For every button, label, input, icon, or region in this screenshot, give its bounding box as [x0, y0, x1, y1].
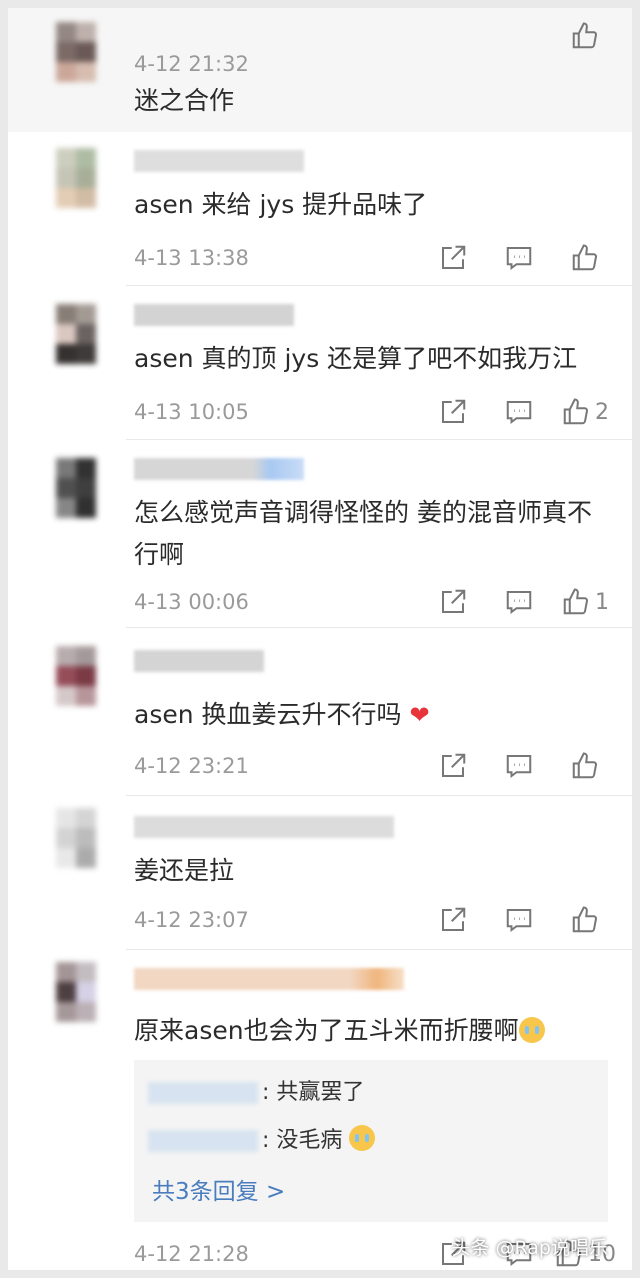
- share-icon: [442, 753, 466, 777]
- comment-time: 4-13 13:38: [134, 246, 249, 270]
- avatar[interactable]: [36, 646, 116, 726]
- crying-emoji-icon: [518, 1017, 545, 1043]
- thumbs-up-icon: [572, 244, 598, 271]
- share-icon: [442, 245, 466, 269]
- comment-button[interactable]: [486, 748, 552, 784]
- like-count: 2: [595, 399, 609, 425]
- comment-icon: [506, 755, 532, 778]
- comment-button[interactable]: [486, 394, 552, 430]
- comment-time: 4-12 23:07: [134, 908, 249, 932]
- comment-text: 姜还是拉: [134, 856, 235, 885]
- thumbs-up-icon: [572, 752, 598, 779]
- comment-text: asen 来给 jys 提升品味了: [134, 190, 428, 219]
- reply-username[interactable]: [148, 1082, 258, 1104]
- username[interactable]: [134, 650, 264, 672]
- comment-icon: [506, 247, 532, 270]
- comment-item: asen 来给 jys 提升品味了 4-13 13:38: [8, 132, 632, 286]
- comment-button[interactable]: [486, 584, 552, 620]
- like-button[interactable]: [552, 18, 618, 54]
- share-button[interactable]: [420, 902, 486, 938]
- thumbs-up-icon: [563, 398, 589, 425]
- username[interactable]: [134, 816, 394, 838]
- comment-item: 原来asen也会为了五斗米而折腰啊 : 共赢罢了 : 没毛病 共3条回复 > 4…: [8, 950, 632, 1270]
- comment-text: asen 换血姜云升不行吗 ❤: [134, 694, 614, 736]
- comment-item: 怎么感觉声音调得怪怪的 姜的混音师真不行啊 4-13 00:06 1: [8, 440, 632, 628]
- crying-emoji-icon: [349, 1125, 376, 1151]
- comment-icon: [506, 401, 532, 424]
- comment-icon: [506, 909, 532, 932]
- username[interactable]: [134, 458, 304, 480]
- comment-time: 4-13 00:06: [134, 590, 249, 614]
- like-button[interactable]: [552, 748, 618, 784]
- reply-box[interactable]: : 共赢罢了 : 没毛病 共3条回复 >: [134, 1060, 608, 1222]
- thumbs-up-icon: [572, 22, 598, 49]
- reply-text: : 共赢罢了: [262, 1080, 365, 1105]
- thumbs-up-icon: [563, 588, 589, 615]
- share-button[interactable]: [420, 240, 486, 276]
- avatar[interactable]: [36, 22, 116, 102]
- comment-item: 姜还是拉 4-12 23:07: [8, 796, 632, 950]
- thumbs-up-icon: [572, 906, 598, 933]
- reply-item[interactable]: : 没毛病: [148, 1122, 376, 1154]
- comment-icon: [506, 591, 532, 614]
- comment-time: 4-12 21:32: [134, 52, 249, 76]
- reply-item[interactable]: : 共赢罢了: [148, 1074, 364, 1106]
- comment-list: 4-12 21:32 迷之合作 asen 来给 jys 提升品味了 4-13 1…: [8, 8, 632, 1270]
- comment-item: asen 真的顶 jys 还是算了吧不如我万江 4-13 10:05 2: [8, 286, 632, 440]
- view-all-replies-link[interactable]: 共3条回复 >: [152, 1172, 285, 1206]
- comment-text: 原来asen也会为了五斗米而折腰啊: [134, 1010, 614, 1052]
- comment-item: asen 换血姜云升不行吗 ❤ 4-12 23:21: [8, 628, 632, 796]
- comment-text: 迷之合作: [134, 86, 235, 115]
- comment-time: 4-12 21:28: [134, 1242, 249, 1266]
- share-button[interactable]: [420, 584, 486, 620]
- like-button[interactable]: [552, 240, 618, 276]
- share-icon: [442, 907, 466, 931]
- comment-item: 4-12 21:32 迷之合作: [8, 8, 632, 132]
- comment-time: 4-13 10:05: [134, 400, 249, 424]
- avatar[interactable]: [36, 962, 116, 1042]
- username[interactable]: [134, 304, 294, 326]
- like-count: 1: [595, 589, 609, 615]
- like-button[interactable]: [552, 902, 618, 938]
- share-button[interactable]: [420, 394, 486, 430]
- comment-text: 怎么感觉声音调得怪怪的 姜的混音师真不行啊: [134, 498, 592, 569]
- comment-time: 4-12 23:21: [134, 754, 249, 778]
- avatar[interactable]: [36, 304, 116, 384]
- username[interactable]: [134, 150, 304, 172]
- reply-text: : 没毛病: [262, 1128, 343, 1153]
- comment-button[interactable]: [486, 240, 552, 276]
- comment-text-content: asen 换血姜云升不行吗: [134, 700, 402, 729]
- share-icon: [442, 589, 466, 613]
- heart-icon: ❤: [409, 701, 430, 729]
- comment-text: asen 真的顶 jys 还是算了吧不如我万江: [134, 344, 578, 373]
- share-icon: [442, 399, 466, 423]
- avatar[interactable]: [36, 148, 116, 228]
- share-button[interactable]: [420, 748, 486, 784]
- avatar[interactable]: [36, 808, 116, 888]
- reply-username[interactable]: [148, 1130, 258, 1152]
- comment-button[interactable]: [486, 902, 552, 938]
- like-button[interactable]: 1: [552, 584, 618, 620]
- avatar[interactable]: [36, 458, 116, 538]
- username[interactable]: [134, 968, 404, 990]
- watermark: 头条 @Rap说唱乐: [451, 1237, 608, 1259]
- like-button[interactable]: 2: [552, 394, 618, 430]
- comment-text-content: 原来asen也会为了五斗米而折腰啊: [134, 1016, 519, 1045]
